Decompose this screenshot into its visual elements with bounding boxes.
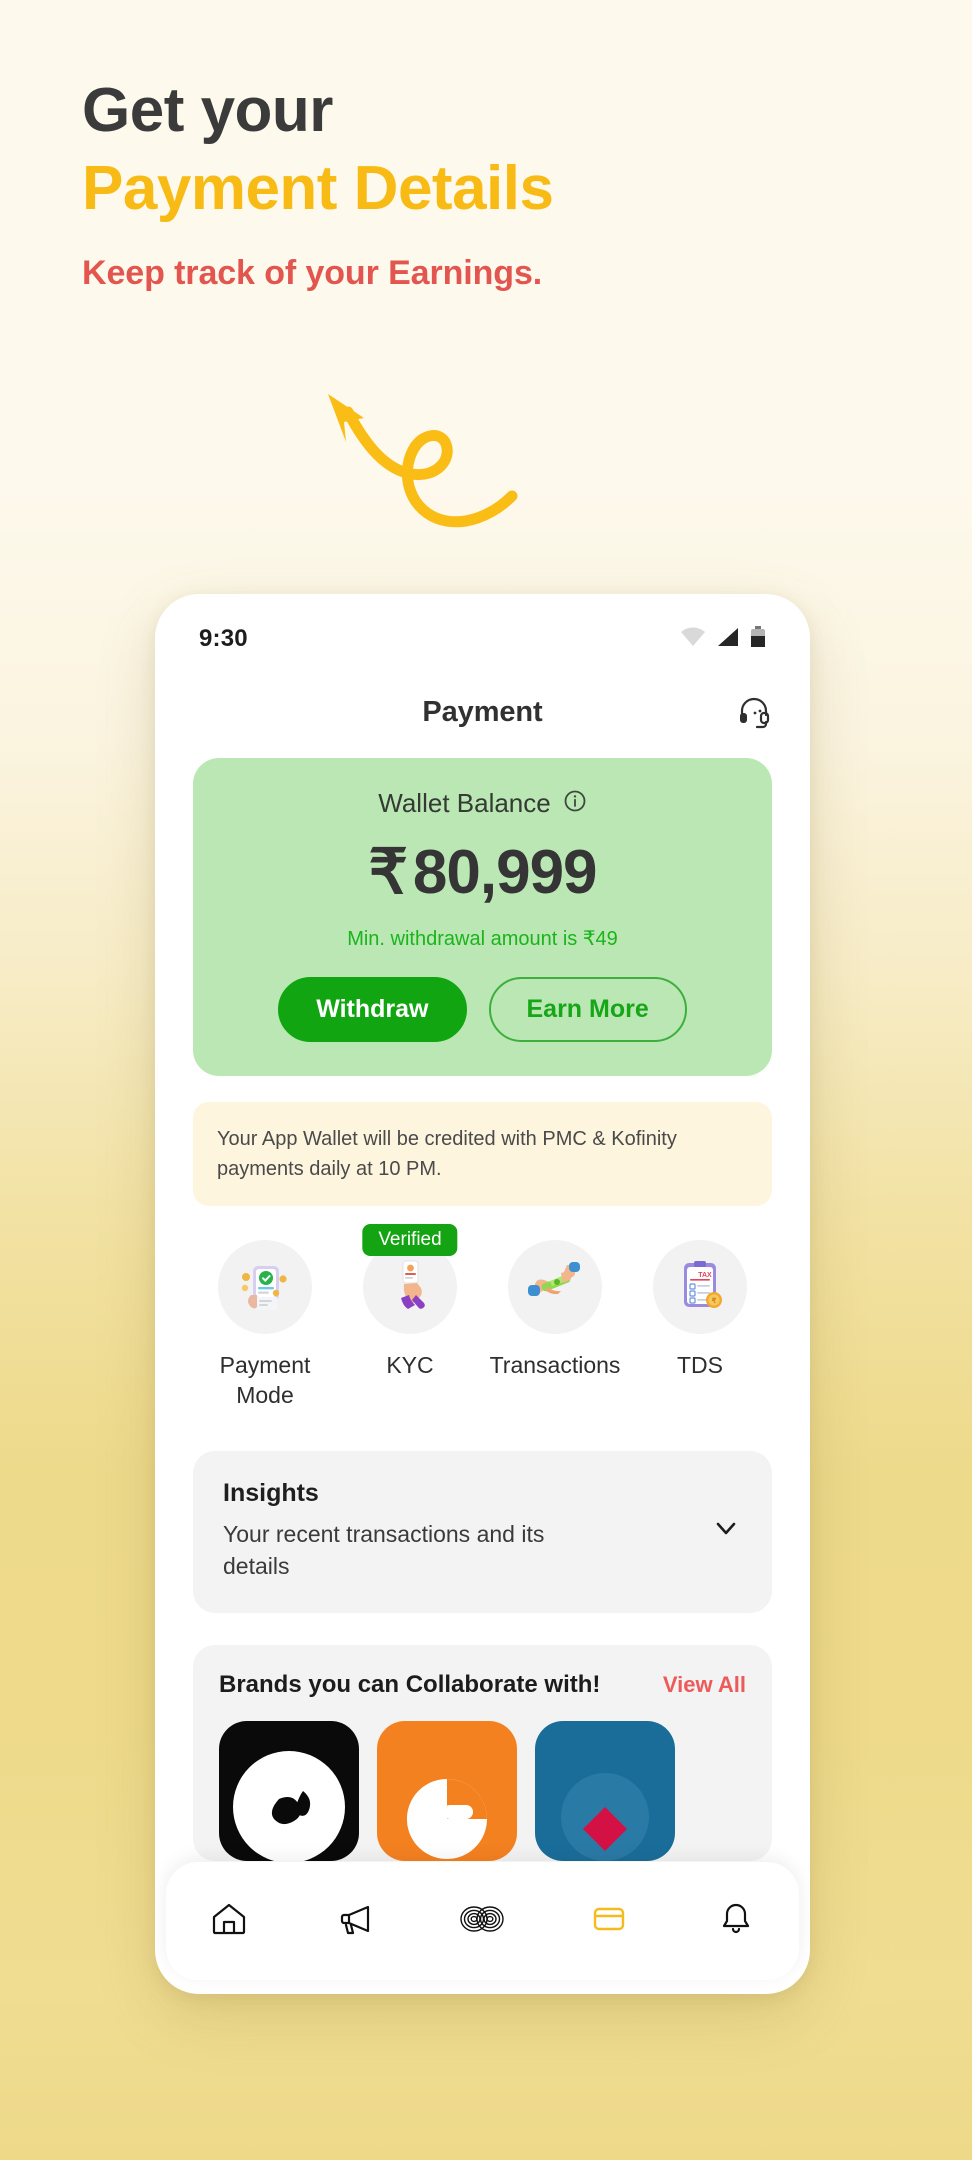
status-bar-time: 9:30 — [199, 625, 248, 652]
brands-card: Brands you can Collaborate with! View Al… — [193, 1645, 772, 1862]
nav-item-notifications[interactable] — [693, 1878, 779, 1964]
promo-text-block: Get your Payment Details Keep track of y… — [82, 72, 902, 293]
page-title: Payment — [422, 695, 543, 728]
wallet-actions: Withdraw Earn More — [217, 977, 748, 1042]
brands-title: Brands you can Collaborate with! — [219, 1671, 601, 1699]
wallet-card-icon — [588, 1898, 630, 1945]
wallet-balance-label-row: Wallet Balance — [217, 788, 748, 819]
info-icon[interactable] — [563, 789, 587, 818]
brand-tile-black[interactable] — [219, 1721, 359, 1862]
quick-action-transactions[interactable]: Transactions — [487, 1240, 623, 1380]
megaphone-icon — [335, 1898, 377, 1945]
balance-value: 80,999 — [412, 838, 598, 907]
promo-headline-line2: Payment Details — [82, 154, 554, 224]
app-header: Payment — [155, 666, 810, 758]
earn-more-button[interactable]: Earn More — [488, 977, 687, 1042]
cellular-signal-icon — [716, 627, 740, 652]
withdraw-button[interactable]: Withdraw — [278, 977, 467, 1042]
insights-card[interactable]: Insights Your recent transactions and it… — [193, 1450, 772, 1614]
screen-content: Wallet Balance ₹80,999 Min. withdrawal a… — [155, 758, 810, 1862]
svg-text:TAX: TAX — [698, 1272, 712, 1279]
nav-item-payment[interactable] — [566, 1878, 652, 1964]
wallet-balance-card: Wallet Balance ₹80,999 Min. withdrawal a… — [193, 758, 772, 1076]
min-withdrawal-note: Min. withdrawal amount is ₹49 — [347, 928, 618, 950]
brand-tile-blue[interactable] — [535, 1721, 675, 1862]
quick-action-label: Payment Mode — [219, 1352, 311, 1409]
insights-title: Insights — [223, 1478, 319, 1507]
currency-symbol: ₹ — [368, 838, 407, 907]
quick-action-payment-mode[interactable]: Payment Mode — [197, 1240, 333, 1411]
brands-tiles-row — [219, 1721, 746, 1862]
nav-item-campaigns[interactable] — [313, 1878, 399, 1964]
bottom-navigation-bar — [166, 1862, 799, 1980]
promo-tagline: Keep track of your Earnings. — [82, 254, 543, 293]
tds-icon: TAX ₹ — [653, 1240, 747, 1334]
curly-arrow-icon — [300, 388, 560, 548]
home-icon — [208, 1898, 250, 1945]
svg-text:₹: ₹ — [712, 1297, 717, 1305]
quick-actions-row: Payment Mode Verified KYC Transactions T… — [193, 1224, 772, 1411]
bell-icon — [715, 1898, 757, 1945]
wallet-credit-notice: Your App Wallet will be credited with PM… — [193, 1102, 772, 1206]
quick-action-label: TDS — [677, 1352, 723, 1378]
promo-headline-line1: Get your — [82, 76, 333, 145]
quick-action-label: KYC — [386, 1352, 434, 1378]
brand-tile-orange[interactable] — [377, 1721, 517, 1862]
promo-headline: Get your Payment Details — [82, 72, 902, 228]
wallet-balance-label: Wallet Balance — [378, 788, 551, 818]
nav-item-loops[interactable] — [439, 1878, 525, 1964]
brands-view-all-link[interactable]: View All — [663, 1672, 746, 1698]
quick-action-kyc[interactable]: Verified KYC — [342, 1224, 478, 1380]
battery-icon — [750, 625, 766, 653]
insights-subtitle: Your recent transactions and its details — [223, 1520, 545, 1580]
wifi-icon — [680, 627, 706, 652]
kyc-verified-badge: Verified — [362, 1224, 458, 1256]
payment-mode-icon — [218, 1240, 312, 1334]
wallet-balance-amount: ₹80,999 — [217, 835, 748, 908]
promo-screenshot: Get your Payment Details Keep track of y… — [0, 0, 972, 2160]
brands-header: Brands you can Collaborate with! View Al… — [219, 1671, 746, 1699]
phone-mockup: 9:30 Payment Wallet Balance ₹80,999 Min.… — [155, 594, 810, 1994]
nav-item-home[interactable] — [186, 1878, 272, 1964]
quick-action-label: Transactions — [489, 1352, 621, 1378]
infinity-loops-icon — [459, 1899, 505, 1944]
headset-support-icon[interactable] — [736, 694, 772, 730]
status-bar: 9:30 — [155, 594, 810, 666]
insights-text: Insights Your recent transactions and it… — [223, 1479, 603, 1583]
quick-action-tds[interactable]: TAX ₹ TDS — [632, 1240, 768, 1380]
transactions-icon — [508, 1240, 602, 1334]
chevron-down-icon[interactable] — [710, 1512, 742, 1549]
status-bar-icons — [680, 625, 766, 653]
